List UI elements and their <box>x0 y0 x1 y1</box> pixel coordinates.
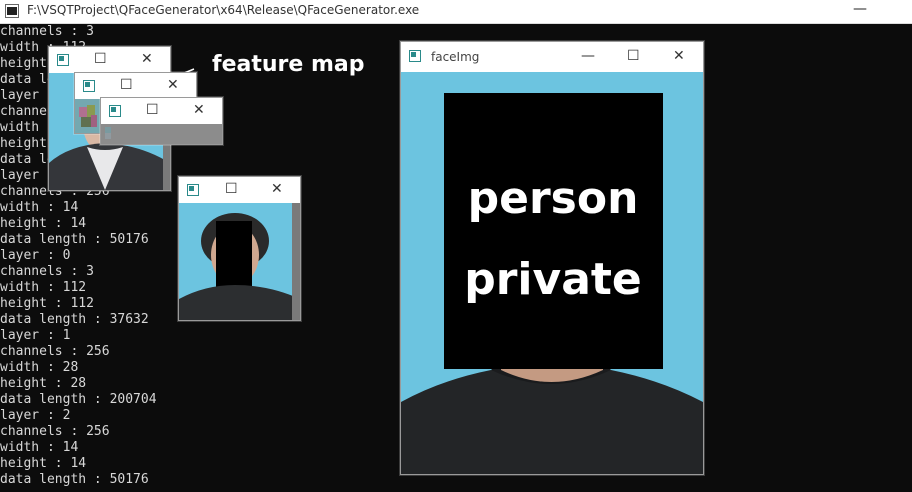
console-line: data length : 50176 <box>0 472 149 487</box>
input-face-window[interactable]: ☐ ✕ <box>178 176 301 321</box>
privacy-text-line2: private <box>464 254 642 305</box>
feature-map-14-pixels <box>101 124 222 144</box>
console-line: data length : 200704 <box>0 392 157 407</box>
feature-window-3-titlebar[interactable]: ☐ ✕ <box>101 98 222 124</box>
close-button[interactable]: ✕ <box>141 51 153 67</box>
input-face-window-titlebar[interactable]: ☐ ✕ <box>179 177 300 203</box>
minimize-button[interactable]: — <box>581 48 595 64</box>
input-face-image <box>179 203 300 320</box>
console-titlebar: F:\VSQTProject\QFaceGenerator\x64\Releas… <box>0 0 912 24</box>
console-app-icon <box>5 4 19 18</box>
privacy-mask-small <box>216 221 252 287</box>
close-button[interactable]: ✕ <box>673 48 685 64</box>
feature-window-2-titlebar[interactable]: ☐ ✕ <box>75 73 196 99</box>
console-line: height : 14 <box>0 456 87 471</box>
faceimg-image: person private <box>401 72 703 474</box>
console-line: channels : 256 <box>0 424 110 439</box>
feature-window-1-titlebar[interactable]: ☐ ✕ <box>49 47 170 73</box>
console-line: width : 14 <box>0 440 79 455</box>
console-line: layer : 1 <box>0 328 71 343</box>
maximize-button[interactable]: ☐ <box>627 48 640 64</box>
window-icon <box>109 105 121 117</box>
console-line: layer : 2 <box>0 408 71 423</box>
console-line: channels : 256 <box>0 344 110 359</box>
faceimg-titlebar[interactable]: faceImg — ☐ ✕ <box>401 42 703 72</box>
feature-map-label: feature map <box>212 52 365 77</box>
window-icon <box>409 50 421 62</box>
window-icon <box>57 54 69 66</box>
close-button[interactable]: ✕ <box>167 77 179 93</box>
faceimg-title: faceImg <box>431 50 480 64</box>
close-button[interactable]: ✕ <box>271 181 283 197</box>
minimize-button[interactable]: — <box>846 2 874 20</box>
window-title: F:\VSQTProject\QFaceGenerator\x64\Releas… <box>27 3 420 17</box>
maximize-button[interactable]: ☐ <box>94 51 107 67</box>
maximize-button[interactable]: ☐ <box>146 102 159 118</box>
faceimg-window[interactable]: faceImg — ☐ ✕ person private <box>400 41 704 475</box>
close-button[interactable]: ✕ <box>193 102 205 118</box>
feature-map-image-14 <box>101 124 222 144</box>
privacy-text-line1: person <box>468 173 639 224</box>
maximize-button[interactable]: ☐ <box>120 77 133 93</box>
input-face-photo <box>179 203 300 320</box>
console-line: height : 28 <box>0 376 87 391</box>
feature-window-3[interactable]: ☐ ✕ <box>100 97 223 145</box>
window-icon <box>187 184 199 196</box>
faceimg-photo: person private <box>401 72 703 474</box>
console-line: width : 28 <box>0 360 79 375</box>
maximize-button[interactable]: ☐ <box>225 181 238 197</box>
privacy-mask-large <box>444 93 663 369</box>
console-line: channels : 3 <box>0 24 94 39</box>
window-icon <box>83 80 95 92</box>
